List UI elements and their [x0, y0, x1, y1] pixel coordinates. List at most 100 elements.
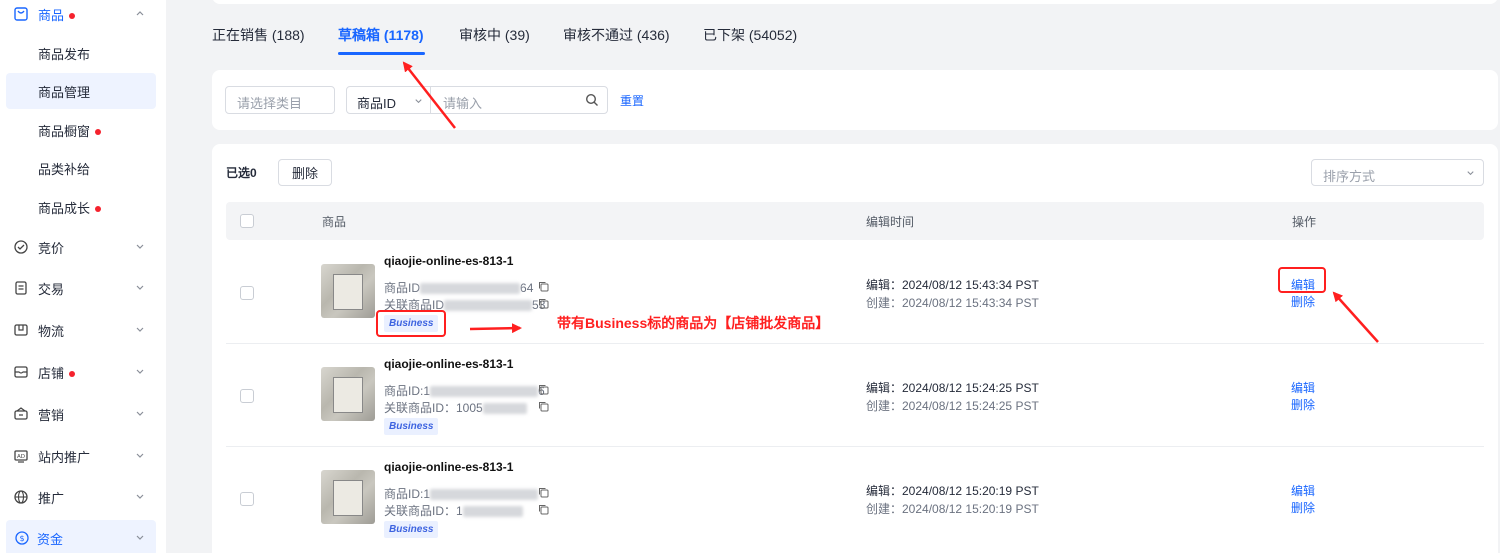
sidebar-item-orders[interactable]: 交易 — [0, 270, 166, 306]
store-icon — [14, 366, 28, 378]
row-divider — [226, 343, 1484, 344]
product-name[interactable]: qiaojie-online-es-813-1 — [384, 460, 513, 474]
copy-icon[interactable] — [538, 384, 549, 395]
order-icon — [15, 281, 27, 295]
chevron-down-icon — [136, 494, 144, 499]
sort-placeholder: 排序方式 — [1323, 169, 1376, 184]
sidebar-subitem-label: 品类补给 — [38, 161, 91, 177]
sidebar-item-promotion[interactable]: 推广 — [0, 479, 166, 515]
sidebar-item-label: 店铺 — [38, 363, 76, 382]
sidebar-item-label: 资金 — [37, 531, 64, 547]
tab-drafts[interactable]: 草稿箱 (1178) — [338, 25, 424, 45]
tab-rejected[interactable]: 审核不通过 (436) — [563, 25, 670, 45]
sidebar-subitem-category-supply[interactable]: 品类补给 — [0, 150, 166, 186]
related-product-id: 关联商品ID：1 — [384, 502, 523, 519]
edited-time: 编辑：2024/08/12 15:20:19 PST — [866, 484, 1039, 498]
row-checkbox[interactable] — [240, 492, 254, 506]
product-name[interactable]: qiaojie-online-es-813-1 — [384, 254, 513, 268]
column-header-edit-time: 编辑时间 — [866, 215, 915, 229]
copy-icon[interactable] — [538, 504, 549, 515]
edited-time: 编辑：2024/08/12 15:24:25 PST — [866, 381, 1039, 395]
chevron-down-icon — [136, 244, 144, 249]
edit-link[interactable]: 编辑 — [1291, 482, 1315, 499]
sidebar-subitem-label: 商品发布 — [38, 46, 91, 62]
sidebar-subitem-label: 商品管理 — [38, 84, 91, 100]
alert-dot — [69, 371, 76, 378]
sidebar-subitem-showcase[interactable]: 商品橱窗 — [0, 112, 166, 148]
sidebar-item-label: 推广 — [38, 490, 65, 506]
tab-delisted[interactable]: 已下架 (54052) — [703, 25, 797, 45]
sort-select[interactable]: 排序方式 — [1311, 159, 1484, 186]
chevron-down-icon — [136, 369, 144, 374]
sidebar-item-bidding[interactable]: 竞价 — [0, 229, 166, 265]
column-header-actions: 操作 — [1292, 215, 1317, 229]
sidebar-item-label: 交易 — [38, 281, 65, 297]
edit-link[interactable]: 编辑 — [1291, 379, 1315, 396]
sidebar-item-logistics[interactable]: 物流 — [0, 312, 166, 348]
category-placeholder: 请选择类目 — [237, 96, 303, 111]
sidebar-item-label: 商品 — [38, 5, 76, 24]
sidebar-item-products[interactable]: 商品 — [0, 0, 166, 32]
sidebar-subitem-growth[interactable]: 商品成长 — [0, 189, 166, 225]
svg-text:AD: AD — [17, 454, 25, 460]
sidebar-item-label: 站内推广 — [38, 449, 91, 465]
row-checkbox[interactable] — [240, 286, 254, 300]
product-id: 商品ID:1 — [384, 485, 539, 502]
product-thumbnail — [321, 470, 375, 524]
sidebar-item-label: 竞价 — [38, 240, 65, 256]
chevron-down-icon — [1467, 171, 1474, 176]
chevron-down-icon — [415, 99, 422, 104]
id-type-select[interactable]: 商品ID — [347, 87, 431, 113]
bulk-delete-button[interactable]: 删除 — [278, 159, 332, 186]
sidebar-item-onsite-ads[interactable]: AD 站内推广 — [0, 438, 166, 474]
funds-icon: $ — [15, 531, 29, 545]
chevron-down-icon — [136, 327, 144, 332]
id-search-group: 商品ID 请输入 — [346, 86, 608, 114]
product-name[interactable]: qiaojie-online-es-813-1 — [384, 357, 513, 371]
row-divider — [226, 446, 1484, 447]
shopping-bag-icon — [14, 7, 28, 21]
marketing-icon — [14, 407, 28, 420]
copy-icon[interactable] — [538, 281, 549, 292]
tab-under-review[interactable]: 审核中 (39) — [459, 25, 530, 45]
delete-link[interactable]: 删除 — [1291, 396, 1315, 413]
sidebar-subitem-publish[interactable]: 商品发布 — [0, 35, 166, 71]
sidebar: 商品 商品发布 商品管理 商品橱窗 品类补给 商品成长 竞价 交易 物流 店铺 … — [0, 0, 166, 553]
created-time: 创建：2024/08/12 15:24:25 PST — [866, 399, 1039, 413]
copy-icon[interactable] — [538, 401, 549, 412]
svg-text:$: $ — [19, 534, 24, 543]
chevron-down-icon — [136, 535, 144, 540]
column-header-product: 商品 — [322, 215, 347, 229]
sidebar-subitem-label: 商品橱窗 — [38, 121, 102, 140]
sidebar-item-store[interactable]: 店铺 — [0, 354, 166, 390]
sidebar-subitem-manage[interactable]: 商品管理 — [6, 73, 156, 109]
select-all-checkbox[interactable] — [240, 214, 254, 228]
sidebar-item-marketing[interactable]: 营销 — [0, 396, 166, 432]
business-badge-highlight-box — [376, 310, 446, 337]
chevron-down-icon — [136, 453, 144, 458]
product-thumbnail — [321, 367, 375, 421]
delete-link[interactable]: 删除 — [1291, 293, 1315, 310]
search-icon[interactable] — [585, 93, 599, 107]
delete-link[interactable]: 删除 — [1291, 499, 1315, 516]
edited-time: 编辑：2024/08/12 15:43:34 PST — [866, 278, 1039, 292]
alert-dot — [69, 13, 76, 20]
sidebar-item-funds[interactable]: $ 资金 — [6, 520, 156, 553]
sidebar-subitem-label: 商品成长 — [38, 198, 102, 217]
product-id: 商品ID:1 6 — [384, 384, 545, 398]
reset-link[interactable]: 重置 — [620, 92, 644, 109]
row-checkbox[interactable] — [240, 389, 254, 403]
ad-icon: AD — [14, 450, 28, 463]
top-card-edge — [212, 0, 1498, 4]
logistics-icon — [14, 324, 28, 336]
product-id: 商品ID 64 — [384, 281, 534, 295]
related-product-id: 关联商品ID：1005 — [384, 399, 527, 416]
tab-on-sale[interactable]: 正在销售 (188) — [212, 25, 305, 45]
copy-icon[interactable] — [538, 487, 549, 498]
selected-count: 已选0 — [226, 166, 257, 180]
copy-icon[interactable] — [538, 298, 549, 309]
category-select[interactable]: 请选择类目 — [225, 86, 335, 114]
business-badge: Business — [384, 418, 439, 435]
alert-dot — [95, 206, 102, 213]
search-input[interactable]: 请输入 — [443, 93, 482, 112]
